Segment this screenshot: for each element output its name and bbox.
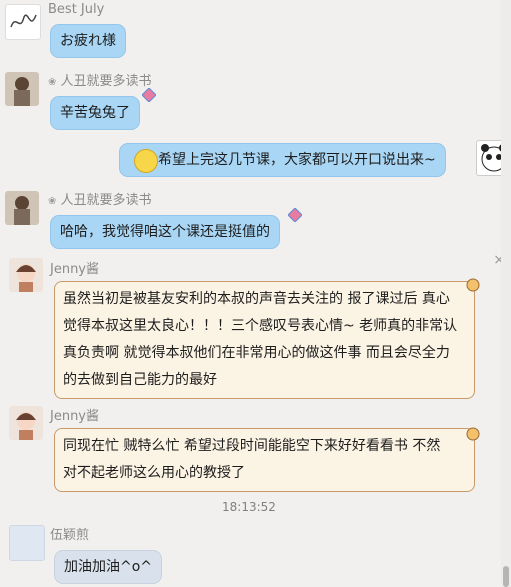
- message-bubble[interactable]: 同现在忙 贼特么忙 希望过段时间能能空下来好好看看书 不然 对不起老师这么用心的…: [54, 428, 475, 492]
- cartoon-decoration-icon: [466, 427, 480, 441]
- flower-badge-icon: ❀: [48, 196, 57, 207]
- kite-decoration-icon: [288, 208, 302, 222]
- cartoon-decoration-icon: [466, 278, 480, 292]
- cartoon-girl-avatar-icon: [16, 264, 36, 292]
- message-line: 的去做到自己能力的最好: [63, 372, 217, 388]
- avatar[interactable]: [9, 525, 45, 561]
- kite-decoration-icon: [142, 88, 156, 102]
- message-line: 觉得本叔这里太良心！！！三个感叹号表心情~ 老师真的非常认: [63, 318, 458, 334]
- user-photo-icon: [14, 196, 30, 225]
- sender-name: ❀ 人丑就要多读书: [48, 193, 152, 208]
- sender-name: Best July: [48, 2, 105, 17]
- message-bubble[interactable]: 虽然当初是被基友安利的本叔的声音去关注的 报了课过后 真心 觉得本叔这里太良心！…: [54, 281, 475, 399]
- message-line: 对不起老师这么用心的教授了: [63, 465, 245, 481]
- sender-name: Jenny酱: [50, 409, 100, 424]
- avatar[interactable]: [5, 4, 41, 40]
- avatar[interactable]: [5, 72, 39, 106]
- avatar[interactable]: [5, 191, 39, 225]
- message-bubble[interactable]: お疲れ様: [50, 24, 126, 58]
- flower-badge-icon: ❀: [48, 77, 57, 88]
- message-bubble[interactable]: 辛苦兔兔了: [50, 96, 140, 130]
- message-line: 真负责啊 就觉得本叔他们在非常用心的做这件事 而且会尽全力: [63, 345, 450, 361]
- smiley-emoji-icon: [134, 149, 158, 173]
- message-line: 同现在忙 贼特么忙 希望过段时间能能空下来好好看看书 不然: [63, 438, 441, 454]
- sender-name: 伍颖煎: [50, 528, 90, 543]
- scrollbar-thumb[interactable]: [503, 566, 509, 587]
- avatar[interactable]: [9, 258, 43, 292]
- message-line: 虽然当初是被基友安利的本叔的声音去关注的 报了课过后 真心: [63, 291, 450, 307]
- sender-name: ❀ 人丑就要多读书: [48, 74, 152, 89]
- sender-name: Jenny酱: [50, 262, 100, 277]
- chat-window: Best July お疲れ様 ❀ 人丑就要多读书 辛苦兔兔了 希望上完这几节课，…: [0, 0, 511, 587]
- message-bubble[interactable]: 加油加油^o^: [54, 550, 163, 584]
- message-bubble-own[interactable]: 希望上完这几节课，大家都可以开口说出来~: [119, 143, 446, 177]
- avatar[interactable]: [9, 406, 43, 440]
- cartoon-girl-avatar-icon: [16, 412, 36, 440]
- user-photo-icon: [14, 77, 30, 106]
- message-bubble[interactable]: 哈哈，我觉得咱这个课还是挺值的: [50, 215, 280, 249]
- timestamp: 18:13:52: [222, 500, 276, 514]
- signature-avatar-icon: [10, 14, 37, 28]
- scrollbar[interactable]: [501, 0, 511, 587]
